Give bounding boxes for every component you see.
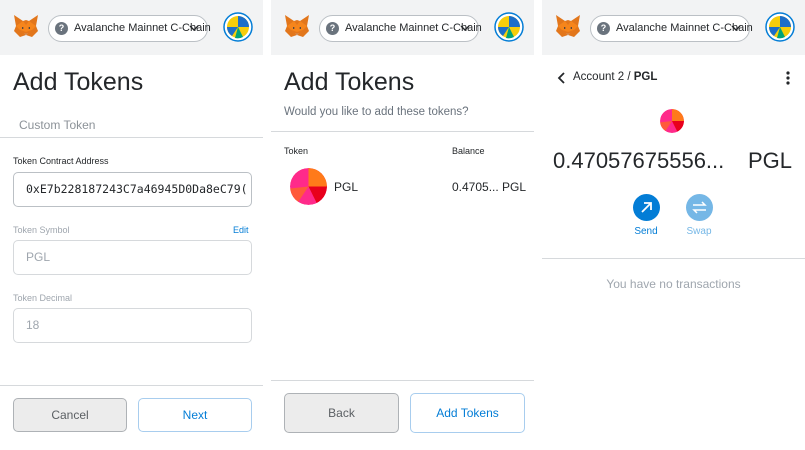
footer-divider	[0, 385, 263, 386]
account-avatar[interactable]	[494, 12, 524, 42]
page-subtitle: Would you like to add these tokens?	[284, 106, 469, 118]
chevron-left-icon[interactable]	[557, 72, 567, 84]
edit-symbol-link[interactable]: Edit	[233, 225, 249, 235]
header-divider	[271, 131, 534, 132]
swap-arrows-icon	[691, 201, 707, 214]
chevron-down-icon	[731, 25, 741, 31]
activity-divider	[542, 258, 805, 259]
question-icon: ?	[55, 22, 68, 35]
breadcrumb-token: PGL	[633, 71, 658, 83]
network-selector[interactable]: ? Avalanche Mainnet C-Chain	[48, 15, 211, 42]
chevron-down-icon	[189, 25, 199, 31]
question-icon: ?	[597, 22, 610, 35]
app-header: ? Avalanche Mainnet C-Chain	[0, 0, 263, 55]
question-icon: ?	[326, 22, 339, 35]
token-symbol: PGL	[334, 180, 359, 194]
send-circle[interactable]	[632, 194, 660, 221]
column-header-token: Token	[284, 146, 309, 156]
metamask-fox-icon[interactable]	[555, 14, 581, 38]
column-header-balance: Balance	[452, 146, 485, 156]
token-decimal-input[interactable]: 18	[13, 308, 252, 343]
page-title: Add Tokens	[13, 68, 144, 96]
send-label: Send	[634, 226, 658, 237]
token-balance: 0.4705... PGL	[452, 180, 527, 194]
token-asset-panel: ? Avalanche Mainnet C-Chain Account 2 / …	[542, 0, 805, 450]
network-selector[interactable]: ? Avalanche Mainnet C-Chain	[319, 15, 482, 42]
breadcrumb-separator: /	[624, 71, 634, 83]
app-header: ? Avalanche Mainnet C-Chain	[271, 0, 534, 55]
account-avatar[interactable]	[223, 12, 253, 42]
metamask-fox-icon[interactable]	[284, 14, 310, 38]
contract-address-input[interactable]: 0xE7b228187243C7a46945D0Da8eC79(	[13, 172, 252, 207]
swap-circle[interactable]	[685, 194, 713, 221]
swap-button[interactable]: Swap	[679, 194, 719, 237]
next-button[interactable]: Next	[138, 398, 252, 432]
tab-custom-token[interactable]: Custom Token	[19, 118, 95, 132]
contract-address-label: Token Contract Address	[13, 156, 109, 166]
token-balance-symbol: PGL	[748, 148, 793, 173]
token-symbol-label: Token Symbol	[13, 225, 70, 235]
footer-divider	[271, 380, 534, 381]
metamask-fox-icon[interactable]	[13, 14, 39, 38]
token-balance-value: 0.47057675556...	[553, 148, 725, 173]
empty-transactions-message: You have no transactions	[606, 277, 741, 291]
app-header: ? Avalanche Mainnet C-Chain	[542, 0, 805, 55]
add-tokens-confirm-panel: ? Avalanche Mainnet C-Chain Add Tokens W…	[271, 0, 534, 450]
token-symbol-input[interactable]: PGL	[13, 240, 252, 275]
cancel-button[interactable]: Cancel	[13, 398, 127, 432]
kebab-menu-icon[interactable]	[785, 70, 791, 86]
tab-divider	[0, 137, 263, 138]
swap-label: Swap	[686, 226, 712, 237]
account-avatar[interactable]	[765, 12, 795, 42]
network-selector[interactable]: ? Avalanche Mainnet C-Chain	[590, 15, 753, 42]
token-decimal-label: Token Decimal	[13, 293, 73, 303]
pgl-token-icon	[290, 168, 327, 205]
breadcrumb-account[interactable]: Account 2	[573, 71, 624, 83]
back-button[interactable]: Back	[284, 393, 399, 433]
add-tokens-button[interactable]: Add Tokens	[410, 393, 525, 433]
arrow-up-right-icon	[640, 202, 652, 213]
page-title: Add Tokens	[284, 68, 415, 96]
chevron-down-icon	[460, 25, 470, 31]
send-button[interactable]: Send	[626, 194, 666, 237]
add-tokens-custom-panel: ? Avalanche Mainnet C-Chain Add Tokens C…	[0, 0, 263, 450]
pgl-token-icon	[660, 109, 684, 133]
